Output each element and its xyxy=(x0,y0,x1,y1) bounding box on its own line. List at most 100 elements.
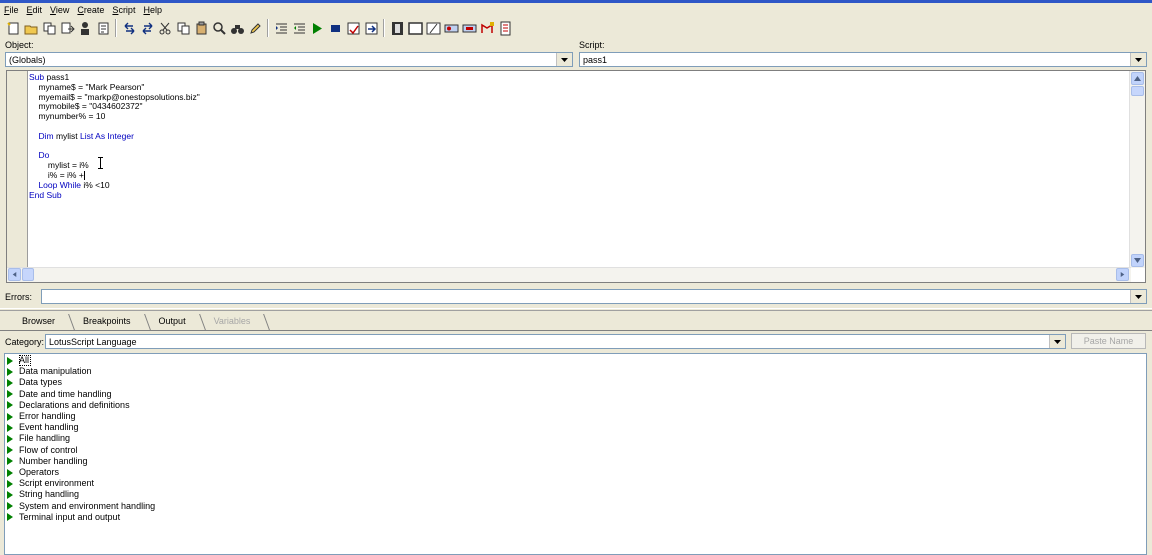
layout-region-icon[interactable] xyxy=(424,19,442,37)
chevron-down-icon[interactable] xyxy=(556,53,572,66)
expand-triangle-icon[interactable] xyxy=(7,468,13,477)
expand-triangle-icon[interactable] xyxy=(7,412,13,421)
code-line[interactable]: Sub pass1 xyxy=(29,72,1119,83)
browser-tree[interactable]: All Data manipulation Data types Date and t… xyxy=(4,353,1147,555)
tab-breakpoints[interactable]: Breakpoints xyxy=(69,314,145,329)
tab-output[interactable]: Output xyxy=(145,314,200,329)
script-dropdown[interactable]: pass1 xyxy=(579,52,1147,67)
outdent-icon[interactable] xyxy=(290,19,308,37)
menu-item-help[interactable]: Help xyxy=(139,3,166,17)
tree-item[interactable]: Error handling xyxy=(7,411,76,422)
edit-pencil-icon[interactable] xyxy=(246,19,264,37)
chevron-down-icon[interactable] xyxy=(1049,335,1065,348)
code-line[interactable]: Loop While i% <10 xyxy=(29,180,1119,191)
redo-icon[interactable] xyxy=(138,19,156,37)
paste-name-button[interactable]: Paste Name xyxy=(1071,333,1146,349)
tree-item[interactable]: Data types xyxy=(7,377,62,388)
vertical-scrollbar[interactable] xyxy=(1129,71,1145,268)
code-text[interactable]: Sub pass1 myname$ = "Mark Pearson" myema… xyxy=(29,72,1119,201)
expand-triangle-icon[interactable] xyxy=(7,401,13,410)
film-strip-icon[interactable] xyxy=(388,19,406,37)
tree-item[interactable]: Declarations and definitions xyxy=(7,400,130,411)
tree-item[interactable]: Event handling xyxy=(7,422,79,433)
code-line[interactable]: Dim mylist List As Integer xyxy=(29,131,1119,142)
tree-item[interactable]: File handling xyxy=(7,433,70,444)
copy-icon[interactable] xyxy=(174,19,192,37)
tree-item[interactable]: String handling xyxy=(7,489,79,500)
tree-item[interactable]: Terminal input and output xyxy=(7,512,120,523)
tree-item[interactable]: All xyxy=(7,355,32,366)
chevron-down-icon[interactable] xyxy=(1130,53,1146,66)
expand-triangle-icon[interactable] xyxy=(7,434,13,443)
new-icon[interactable] xyxy=(4,19,22,37)
copy-document-icon[interactable] xyxy=(40,19,58,37)
expand-triangle-icon[interactable] xyxy=(7,502,13,511)
expand-triangle-icon[interactable] xyxy=(7,378,13,387)
scroll-left-button[interactable] xyxy=(8,268,21,281)
tree-item[interactable]: System and environment handling xyxy=(7,501,155,512)
code-editor[interactable]: Sub pass1 myname$ = "Mark Pearson" myema… xyxy=(6,70,1146,283)
paste-icon[interactable] xyxy=(192,19,210,37)
action-icon[interactable] xyxy=(460,19,478,37)
hotspot-icon[interactable] xyxy=(478,19,496,37)
expand-triangle-icon[interactable] xyxy=(7,513,13,522)
menu-item-script[interactable]: Script xyxy=(108,3,139,17)
debug-step-icon[interactable] xyxy=(344,19,362,37)
open-folder-icon[interactable] xyxy=(22,19,40,37)
scroll-up-button[interactable] xyxy=(1131,72,1144,85)
code-line[interactable] xyxy=(29,122,1119,132)
button-icon[interactable] xyxy=(442,19,460,37)
tree-item[interactable]: Operators xyxy=(7,467,59,478)
expand-triangle-icon[interactable] xyxy=(7,390,13,399)
expand-triangle-icon[interactable] xyxy=(7,490,13,499)
undo-icon[interactable] xyxy=(120,19,138,37)
pane-splitter[interactable] xyxy=(0,308,1152,311)
scroll-right-button[interactable] xyxy=(1116,268,1129,281)
expand-triangle-icon[interactable] xyxy=(7,367,13,376)
category-dropdown[interactable]: LotusScript Language xyxy=(45,334,1066,349)
errors-dropdown[interactable] xyxy=(41,289,1147,304)
code-line[interactable]: myemail$ = "markp@onestopsolutions.biz" xyxy=(29,92,1119,103)
export-icon[interactable] xyxy=(58,19,76,37)
indent-icon[interactable] xyxy=(272,19,290,37)
code-line[interactable]: mynumber% = 10 xyxy=(29,111,1119,122)
code-line[interactable]: mymobile$ = "0434602372" xyxy=(29,101,1119,112)
step-over-icon[interactable] xyxy=(362,19,380,37)
menu-item-file[interactable]: File xyxy=(0,3,23,17)
expand-triangle-icon[interactable] xyxy=(7,356,13,365)
expand-triangle-icon[interactable] xyxy=(7,479,13,488)
tree-item[interactable]: Flow of control xyxy=(7,445,78,456)
code-line[interactable] xyxy=(29,142,1119,152)
horizontal-scrollbar[interactable] xyxy=(7,267,1131,282)
tree-item[interactable]: Date and time handling xyxy=(7,389,112,400)
menu-item-create[interactable]: Create xyxy=(73,3,108,17)
agent-icon[interactable] xyxy=(496,19,514,37)
vertical-scroll-thumb[interactable] xyxy=(1131,86,1144,96)
scroll-down-button[interactable] xyxy=(1131,254,1144,267)
code-line[interactable]: i% = i% + xyxy=(29,170,1119,181)
tree-item[interactable]: Number handling xyxy=(7,456,88,467)
tree-item[interactable]: Script environment xyxy=(7,478,94,489)
run-icon[interactable] xyxy=(308,19,326,37)
expand-triangle-icon[interactable] xyxy=(7,423,13,432)
expand-triangle-icon[interactable] xyxy=(7,457,13,466)
frame-icon[interactable] xyxy=(406,19,424,37)
user-icon[interactable] xyxy=(76,19,94,37)
code-line[interactable]: mylist = i% xyxy=(29,160,1119,171)
object-dropdown[interactable]: (Globals) xyxy=(5,52,573,67)
menu-item-view[interactable]: View xyxy=(46,3,73,17)
expand-triangle-icon[interactable] xyxy=(7,446,13,455)
menu-item-edit[interactable]: Edit xyxy=(23,3,47,17)
properties-icon[interactable] xyxy=(94,19,112,37)
cut-icon[interactable] xyxy=(156,19,174,37)
horizontal-scroll-thumb[interactable] xyxy=(22,268,34,281)
code-line[interactable]: Do xyxy=(29,150,1119,161)
find-icon[interactable] xyxy=(210,19,228,37)
stop-icon[interactable] xyxy=(326,19,344,37)
tab-browser[interactable]: Browser xyxy=(8,314,70,329)
binoculars-icon[interactable] xyxy=(228,19,246,37)
code-line[interactable]: End Sub xyxy=(29,190,1119,201)
tree-item[interactable]: Data manipulation xyxy=(7,366,92,377)
script-value: pass1 xyxy=(583,55,608,65)
chevron-down-icon[interactable] xyxy=(1130,290,1146,303)
